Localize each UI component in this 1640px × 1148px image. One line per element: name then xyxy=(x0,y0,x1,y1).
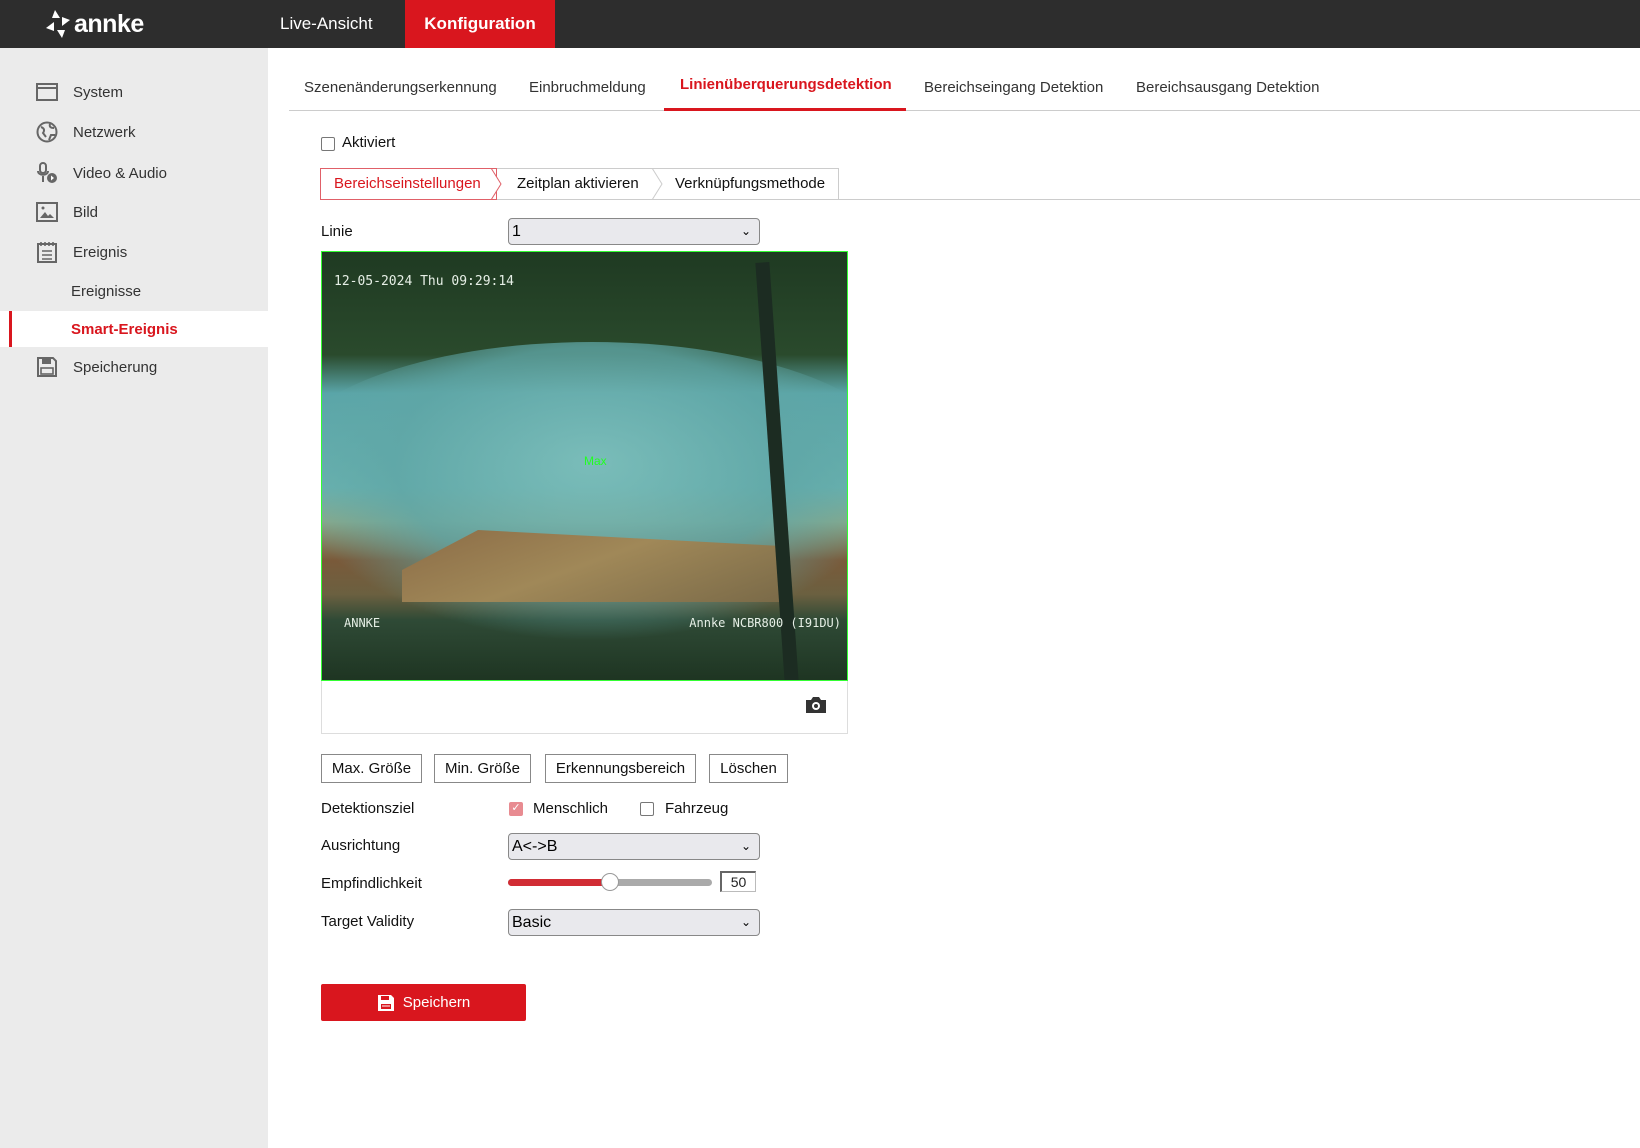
sidebar-item-label: Ereignis xyxy=(73,243,128,261)
target-validity-value: Basic xyxy=(512,914,552,931)
save-button[interactable]: Speichern xyxy=(321,984,526,1021)
window-icon xyxy=(36,83,58,101)
tab-line-crossing[interactable]: Linienüberquerungsdetektion xyxy=(680,73,892,97)
video-toolbar xyxy=(321,681,848,734)
min-size-button[interactable]: Min. Größe xyxy=(434,754,531,783)
sidebar-item-label: Netzwerk xyxy=(73,123,136,141)
osd-right-label: Annke NCBR800 (I91DU) xyxy=(689,616,841,630)
active-tab-indicator xyxy=(664,108,906,111)
line-select-value: 1 xyxy=(512,223,521,240)
subtab-arrow xyxy=(490,168,502,200)
sidebar-item-label: System xyxy=(73,83,124,101)
direction-select-value: A<->B xyxy=(512,838,558,855)
sidebar-item-event[interactable]: Ereignis xyxy=(0,234,268,270)
save-label: Speichern xyxy=(402,994,471,1011)
direction-label: Ausrichtung xyxy=(321,837,401,854)
line-select[interactable]: 1 ⌄ xyxy=(508,218,760,245)
enabled-label: Aktiviert xyxy=(342,134,396,151)
slider-thumb[interactable] xyxy=(601,873,619,891)
line-label: Linie xyxy=(321,223,353,240)
osd-timestamp: 12-05-2024 Thu 09:29:14 xyxy=(334,274,515,289)
chevron-down-icon: ⌄ xyxy=(740,915,751,929)
top-bar xyxy=(0,0,1640,48)
calendar-icon xyxy=(37,242,57,263)
target-validity-select[interactable]: Basic ⌄ xyxy=(508,909,760,936)
enabled-checkbox[interactable] xyxy=(321,137,335,151)
sensitivity-label: Empfindlichkeit xyxy=(321,875,422,892)
video-preview[interactable]: 12-05-2024 Thu 09:29:14 ANNKE Annke NCBR… xyxy=(321,251,848,681)
tab-scene-change[interactable]: Szenenänderungserkennung xyxy=(304,76,497,100)
nav-live-view[interactable]: Live-Ansicht xyxy=(262,0,391,48)
annke-logo[interactable]: annke xyxy=(42,6,144,42)
subtab-divider xyxy=(839,199,1640,200)
target-validity-label: Target Validity xyxy=(321,913,415,930)
sidebar-item-system[interactable]: System xyxy=(0,74,268,110)
human-label: Menschlich xyxy=(533,800,609,817)
detection-target-label: Detektionsziel xyxy=(321,800,415,817)
subtab-arrow xyxy=(651,168,663,200)
sensitivity-value-input[interactable]: 50 xyxy=(720,871,756,892)
sidebar-item-image[interactable]: Bild xyxy=(0,194,268,230)
sidebar-item-label: Smart-Ereignis xyxy=(71,320,178,338)
camera-icon[interactable] xyxy=(805,696,827,714)
chevron-down-icon: ⌄ xyxy=(740,839,751,853)
tab-region-exit[interactable]: Bereichsausgang Detektion xyxy=(1136,76,1319,100)
sidebar-item-label: Video & Audio xyxy=(73,164,167,182)
direction-select[interactable]: A<->B ⌄ xyxy=(508,833,760,860)
microphone-icon xyxy=(37,162,57,183)
sidebar-item-storage[interactable]: Speicherung xyxy=(0,349,268,385)
sidebar-item-events[interactable]: Ereignisse xyxy=(0,273,268,309)
max-size-button[interactable]: Max. Größe xyxy=(321,754,422,783)
sidebar-item-video-audio[interactable]: Video & Audio xyxy=(0,155,268,191)
slider-fill xyxy=(508,879,610,886)
logo-icon xyxy=(46,10,70,38)
sensitivity-slider[interactable] xyxy=(508,873,712,891)
tab-intrusion[interactable]: Einbruchmeldung xyxy=(529,76,646,100)
sidebar-item-label: Bild xyxy=(73,203,99,221)
human-checkbox[interactable]: ✓ xyxy=(509,802,523,816)
floppy-icon xyxy=(37,357,57,377)
osd-left-label: ANNKE xyxy=(344,616,381,630)
detection-area-button[interactable]: Erkennungsbereich xyxy=(545,754,696,783)
subtab-schedule[interactable]: Zeitplan aktivieren xyxy=(497,168,655,200)
sidebar-item-network[interactable]: Netzwerk xyxy=(0,114,268,150)
tab-region-entrance[interactable]: Bereichseingang Detektion xyxy=(924,76,1103,100)
globe-icon xyxy=(36,121,58,143)
max-size-overlay-label: Max xyxy=(584,454,607,468)
vehicle-label: Fahrzeug xyxy=(665,800,729,817)
nav-configuration[interactable]: Konfiguration xyxy=(405,0,555,48)
sidebar-item-label: Ereignisse xyxy=(71,282,142,300)
vehicle-checkbox[interactable] xyxy=(640,802,654,816)
sidebar-item-smart-event[interactable]: Smart-Ereignis xyxy=(0,311,268,347)
tab-divider xyxy=(289,110,1640,111)
floppy-icon xyxy=(377,994,394,1011)
sidebar-item-label: Speicherung xyxy=(73,358,158,376)
logo-text: annke xyxy=(74,9,144,38)
clear-button[interactable]: Löschen xyxy=(709,754,788,783)
chevron-down-icon: ⌄ xyxy=(740,224,751,238)
subtab-area-settings[interactable]: Bereichseinstellungen xyxy=(320,168,497,200)
subtab-linkage[interactable]: Verknüpfungsmethode xyxy=(655,168,839,200)
image-icon xyxy=(36,202,58,222)
